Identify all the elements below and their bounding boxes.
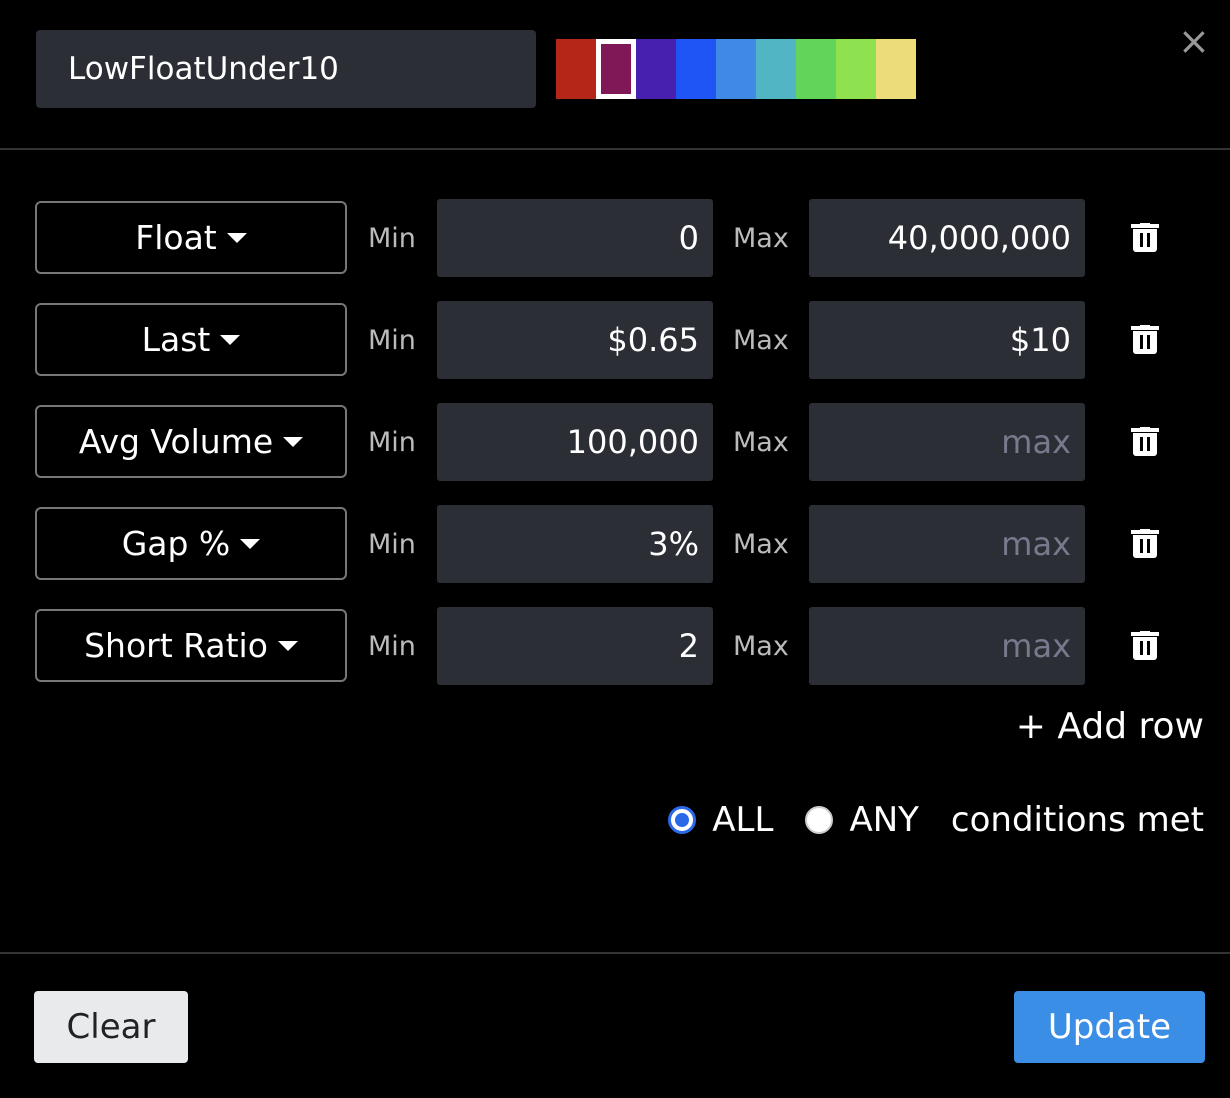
color-swatch[interactable] xyxy=(556,39,596,99)
clear-button[interactable]: Clear xyxy=(34,991,188,1063)
min-input[interactable]: 100,000 xyxy=(437,403,713,481)
color-swatch[interactable] xyxy=(836,39,876,99)
max-label: Max xyxy=(733,223,789,254)
field-label: Short Ratio xyxy=(84,626,268,665)
add-row-button[interactable]: + Add row xyxy=(1016,706,1204,747)
field-label: Gap % xyxy=(121,524,231,563)
color-picker xyxy=(556,39,916,99)
min-value: 0 xyxy=(678,219,699,257)
filter-row: Short Ratio Min 2 Max max xyxy=(0,607,1230,687)
filter-name-input[interactable]: LowFloatUnder10 xyxy=(36,30,536,108)
color-swatch[interactable] xyxy=(716,39,756,99)
max-label: Max xyxy=(733,427,789,458)
min-value: 3% xyxy=(648,525,699,563)
color-swatch[interactable] xyxy=(796,39,836,99)
color-swatch[interactable] xyxy=(876,39,916,99)
caret-down-icon xyxy=(240,538,261,549)
field-dropdown[interactable]: Short Ratio xyxy=(35,609,347,682)
min-label: Min xyxy=(368,427,416,458)
max-placeholder: max xyxy=(1001,525,1071,563)
trash-icon[interactable] xyxy=(1131,529,1159,559)
max-placeholder: max xyxy=(1001,627,1071,665)
min-input[interactable]: 2 xyxy=(437,607,713,685)
match-mode: ALL ANY conditions met xyxy=(668,800,1204,840)
field-dropdown[interactable]: Last xyxy=(35,303,347,376)
min-label: Min xyxy=(368,325,416,356)
max-input[interactable]: max xyxy=(809,403,1085,481)
min-value: $0.65 xyxy=(607,321,699,359)
max-input[interactable]: max xyxy=(809,607,1085,685)
field-label: Avg Volume xyxy=(78,422,274,461)
trash-icon[interactable] xyxy=(1131,223,1159,253)
min-label: Min xyxy=(368,223,416,254)
field-dropdown[interactable]: Gap % xyxy=(35,507,347,580)
max-label: Max xyxy=(733,631,789,662)
caret-down-icon xyxy=(277,640,298,651)
radio-any[interactable] xyxy=(805,806,834,834)
color-swatch[interactable] xyxy=(596,39,636,99)
trash-icon[interactable] xyxy=(1131,325,1159,355)
caret-down-icon xyxy=(283,436,304,447)
min-value: 2 xyxy=(678,627,699,665)
max-label: Max xyxy=(733,529,789,560)
max-value: 40,000,000 xyxy=(887,219,1071,257)
min-input[interactable]: 0 xyxy=(437,199,713,277)
close-icon[interactable]: × xyxy=(1178,22,1210,60)
max-input[interactable]: 40,000,000 xyxy=(809,199,1085,277)
min-value: 100,000 xyxy=(566,423,699,461)
min-input[interactable]: $0.65 xyxy=(437,301,713,379)
min-label: Min xyxy=(368,529,416,560)
radio-all-label: ALL xyxy=(712,800,774,840)
trash-icon[interactable] xyxy=(1131,631,1159,661)
field-dropdown[interactable]: Avg Volume xyxy=(35,405,347,478)
filter-row: Last Min $0.65 Max $10 xyxy=(0,301,1230,381)
divider xyxy=(0,148,1230,150)
caret-down-icon xyxy=(220,334,241,345)
field-dropdown[interactable]: Float xyxy=(35,201,347,274)
radio-any-label: ANY xyxy=(849,800,919,840)
divider xyxy=(0,952,1230,954)
trash-icon[interactable] xyxy=(1131,427,1159,457)
filter-row: Gap % Min 3% Max max xyxy=(0,505,1230,585)
radio-all[interactable] xyxy=(668,806,697,834)
min-label: Min xyxy=(368,631,416,662)
color-swatch[interactable] xyxy=(676,39,716,99)
filter-row: Float Min 0 Max 40,000,000 xyxy=(0,199,1230,279)
filter-row: Avg Volume Min 100,000 Max max xyxy=(0,403,1230,483)
max-input[interactable]: max xyxy=(809,505,1085,583)
field-label: Last xyxy=(141,320,211,359)
max-value: $10 xyxy=(1009,321,1071,359)
max-input[interactable]: $10 xyxy=(809,301,1085,379)
max-placeholder: max xyxy=(1001,423,1071,461)
color-swatch[interactable] xyxy=(756,39,796,99)
conditions-met-label: conditions met xyxy=(950,800,1204,840)
max-label: Max xyxy=(733,325,789,356)
min-input[interactable]: 3% xyxy=(437,505,713,583)
caret-down-icon xyxy=(226,232,247,243)
field-label: Float xyxy=(135,218,217,257)
color-swatch[interactable] xyxy=(636,39,676,99)
update-button[interactable]: Update xyxy=(1014,991,1205,1063)
